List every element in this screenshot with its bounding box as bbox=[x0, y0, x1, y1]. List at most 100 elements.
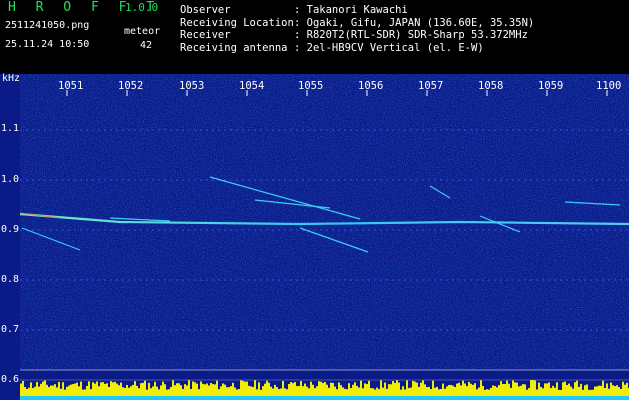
level-bar bbox=[42, 381, 44, 396]
level-bar bbox=[394, 382, 396, 396]
level-bar bbox=[36, 381, 38, 396]
level-bar bbox=[154, 381, 156, 396]
level-bar bbox=[170, 386, 172, 396]
level-bar bbox=[422, 380, 424, 396]
level-bar bbox=[128, 387, 130, 396]
level-bar bbox=[364, 383, 366, 396]
level-bar bbox=[108, 386, 110, 396]
level-bar bbox=[26, 388, 28, 396]
level-bar bbox=[496, 387, 498, 396]
level-bar bbox=[34, 386, 36, 396]
level-bar bbox=[62, 382, 64, 396]
level-bar bbox=[338, 382, 340, 396]
level-bar bbox=[162, 381, 164, 396]
level-bar bbox=[476, 389, 478, 396]
level-bar bbox=[512, 380, 514, 396]
level-bar bbox=[206, 383, 208, 396]
level-bar bbox=[620, 388, 622, 396]
info-row-location: Receiving Location: Ogaki, Gifu, JAPAN (… bbox=[180, 16, 535, 29]
level-bar bbox=[330, 382, 332, 396]
level-bar bbox=[448, 384, 450, 396]
level-bar bbox=[382, 387, 384, 396]
level-bar bbox=[618, 387, 620, 396]
level-bar bbox=[66, 386, 68, 396]
level-bar bbox=[380, 380, 382, 396]
level-bar bbox=[494, 386, 496, 396]
level-bar bbox=[172, 380, 174, 396]
level-bar bbox=[192, 381, 194, 396]
y-tick-label: 0.9 bbox=[1, 224, 20, 235]
level-bar bbox=[134, 381, 136, 396]
level-bar bbox=[110, 381, 112, 396]
level-bar bbox=[282, 380, 284, 396]
x-tick-label: 1058 bbox=[478, 80, 504, 92]
level-bar bbox=[400, 389, 402, 396]
level-bar bbox=[80, 381, 82, 396]
x-tick-label: 1052 bbox=[118, 80, 144, 92]
y-tick-label: 1.1 bbox=[1, 123, 20, 134]
level-bar bbox=[138, 388, 140, 396]
level-bar bbox=[546, 383, 548, 396]
file-name: 2511241050.png bbox=[5, 20, 90, 31]
level-bar bbox=[358, 387, 360, 396]
level-bar bbox=[436, 386, 438, 396]
level-bar bbox=[452, 385, 454, 396]
level-bar bbox=[460, 385, 462, 396]
x-tick-label: 1059 bbox=[538, 80, 564, 92]
level-bar bbox=[272, 388, 274, 396]
level-bar bbox=[164, 384, 166, 396]
level-bar bbox=[288, 384, 290, 396]
level-bar bbox=[350, 388, 352, 396]
level-bar bbox=[270, 386, 272, 396]
level-bar bbox=[594, 386, 596, 396]
level-bar bbox=[286, 389, 288, 396]
level-bar bbox=[120, 382, 122, 396]
level-bar bbox=[130, 386, 132, 396]
level-bar bbox=[390, 384, 392, 396]
level-bar bbox=[544, 383, 546, 396]
app-version: 1.0.0 bbox=[125, 1, 159, 14]
x-tick-label: 1053 bbox=[179, 80, 205, 92]
y-tick-label: 1.0 bbox=[1, 174, 20, 185]
level-bar bbox=[580, 383, 582, 396]
level-bar bbox=[438, 389, 440, 396]
level-bar bbox=[470, 383, 472, 396]
level-bar bbox=[96, 381, 98, 396]
level-bar bbox=[398, 382, 400, 396]
level-bar bbox=[498, 385, 500, 396]
level-bar bbox=[174, 385, 176, 396]
level-bar bbox=[78, 386, 80, 396]
level-bar bbox=[230, 386, 232, 396]
level-bar bbox=[478, 387, 480, 396]
level-bar bbox=[268, 382, 270, 396]
level-bar bbox=[502, 383, 504, 396]
level-bar bbox=[588, 389, 590, 396]
level-bar bbox=[412, 380, 414, 396]
level-bar bbox=[48, 387, 50, 396]
level-bar bbox=[334, 386, 336, 396]
level-bar bbox=[488, 389, 490, 396]
level-bar bbox=[336, 389, 338, 396]
level-bar bbox=[564, 381, 566, 396]
level-bar bbox=[216, 380, 218, 396]
level-bar bbox=[52, 385, 54, 396]
level-bar bbox=[188, 380, 190, 396]
level-bar bbox=[376, 387, 378, 396]
level-bar bbox=[550, 387, 552, 396]
level-bar bbox=[32, 388, 34, 396]
level-bar bbox=[366, 384, 368, 396]
level-bar bbox=[522, 384, 524, 396]
level-bar bbox=[150, 388, 152, 396]
level-bar bbox=[450, 384, 452, 396]
level-bar bbox=[22, 380, 24, 396]
level-bar bbox=[234, 387, 236, 396]
level-bar bbox=[530, 380, 532, 396]
level-bar bbox=[40, 383, 42, 396]
level-bar bbox=[444, 388, 446, 396]
level-bar bbox=[420, 382, 422, 396]
level-bar bbox=[606, 383, 608, 396]
level-bar bbox=[584, 385, 586, 396]
level-bar bbox=[508, 383, 510, 396]
level-bar bbox=[24, 387, 26, 396]
level-bar bbox=[98, 386, 100, 396]
